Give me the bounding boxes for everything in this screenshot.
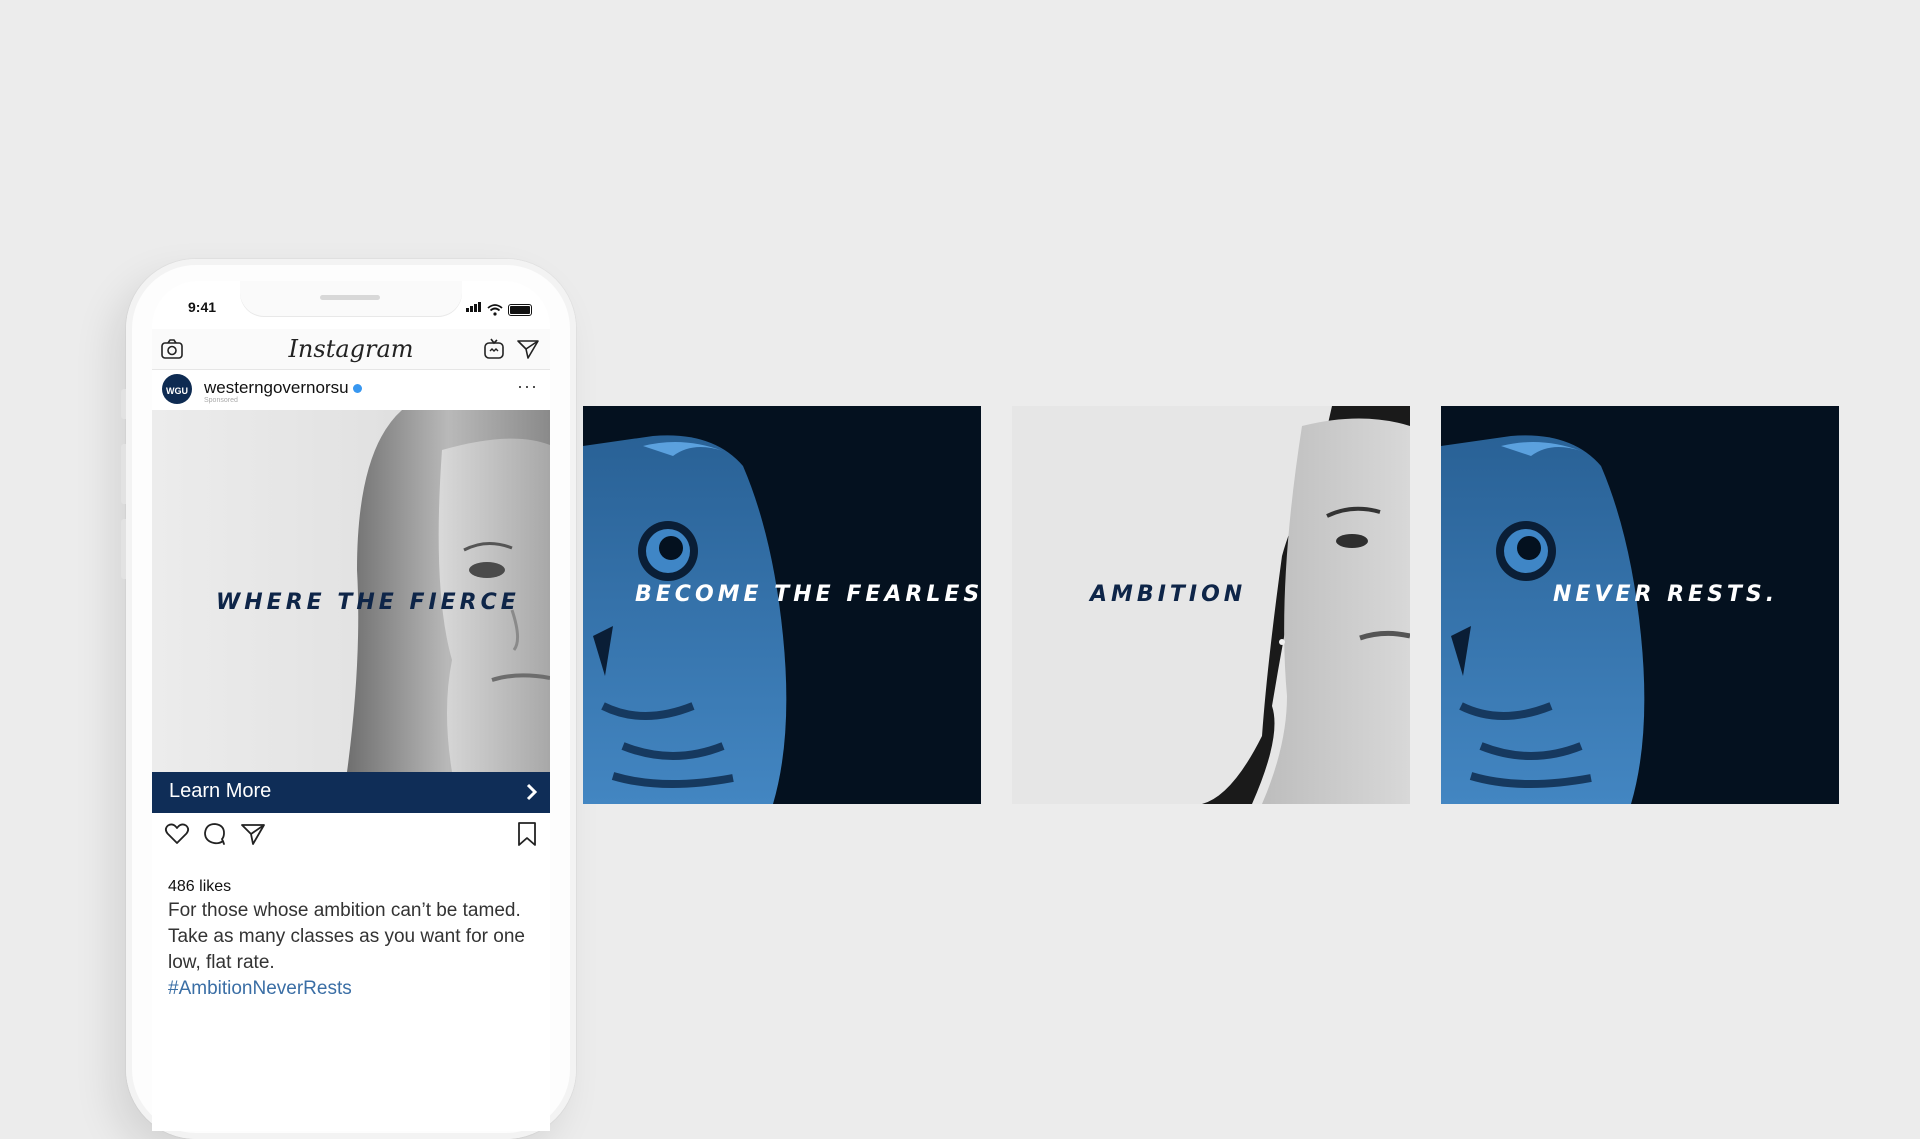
- likes-count[interactable]: 486 likes: [168, 878, 231, 896]
- username-text[interactable]: westerngovernorsu: [204, 378, 349, 397]
- volume-down-button: [121, 519, 126, 579]
- instagram-header: Instagram: [152, 329, 550, 370]
- sponsored-label: Sponsored: [204, 397, 238, 404]
- post-header: WGU westerngovernorsu Sponsored ···: [152, 370, 550, 410]
- learn-more-label: Learn More: [169, 780, 272, 802]
- chevron-right-icon: [526, 783, 538, 801]
- carousel-panel-4: NEVER RESTS.: [1441, 406, 1839, 804]
- direct-message-icon[interactable]: [516, 337, 540, 361]
- carousel-panel-2: BECOME THE FEARLESS.: [583, 406, 981, 804]
- panel-tagline: NEVER RESTS.: [1553, 582, 1779, 607]
- post-tagline: WHERE THE FIERCE: [216, 590, 520, 615]
- status-time: 9:41: [188, 299, 217, 315]
- bookmark-icon[interactable]: [514, 821, 540, 847]
- panel-tagline: BECOME THE FEARLESS.: [635, 582, 981, 607]
- panel-tagline: AMBITION: [1090, 582, 1247, 607]
- avatar[interactable]: WGU: [162, 374, 192, 404]
- caption-text: For those whose ambition can’t be tamed.…: [168, 900, 525, 973]
- hashtag-link[interactable]: #AmbitionNeverRests: [168, 976, 538, 1002]
- learn-more-button[interactable]: Learn More: [152, 772, 550, 813]
- share-icon[interactable]: [240, 821, 266, 847]
- post-image[interactable]: WHERE THE FIERCE: [152, 410, 550, 772]
- comment-icon[interactable]: [202, 821, 228, 847]
- volume-up-button: [121, 444, 126, 504]
- more-icon[interactable]: ···: [517, 376, 538, 397]
- mute-switch: [121, 389, 126, 419]
- battery-icon: [508, 304, 532, 316]
- status-icons: [466, 299, 532, 316]
- carousel-panel-3: AMBITION: [1012, 406, 1410, 804]
- phone-mockup: 9:41 Instagram WGU westerngovernorsu Spo…: [121, 259, 576, 1139]
- post-actions: [152, 821, 550, 853]
- phone-screen: 9:41 Instagram WGU westerngovernorsu Spo…: [152, 281, 550, 1131]
- post-caption: For those whose ambition can’t be tamed.…: [168, 898, 538, 1002]
- signal-icon: [466, 299, 482, 316]
- speaker-grille: [320, 295, 380, 300]
- username[interactable]: westerngovernorsu: [204, 378, 362, 398]
- phone-notch: [240, 281, 462, 317]
- heart-icon[interactable]: [164, 821, 190, 847]
- wifi-icon: [487, 304, 503, 316]
- igtv-icon[interactable]: [482, 337, 506, 361]
- verified-badge-icon: [352, 384, 362, 394]
